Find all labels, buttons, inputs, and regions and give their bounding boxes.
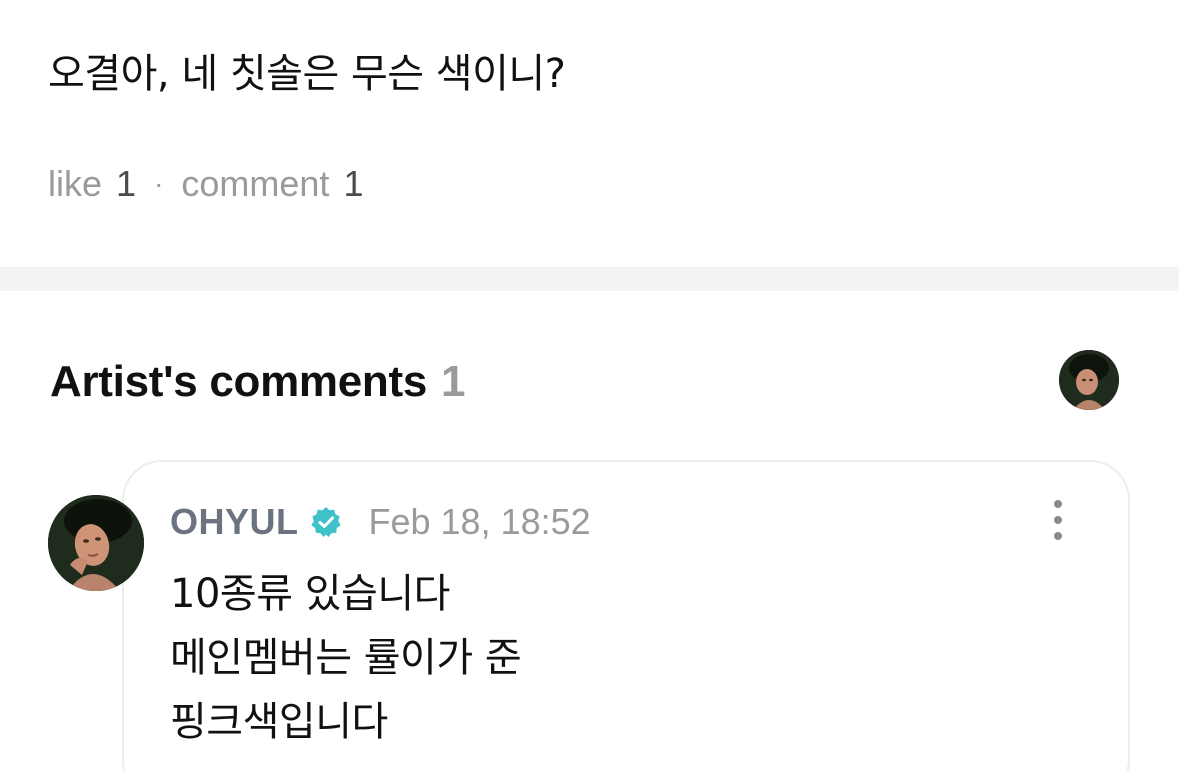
comment-author-name[interactable]: OHYUL [170,501,299,543]
artist-comments-label: Artist's comments [50,357,428,406]
comment-count: 1 [343,163,364,204]
more-dot [1054,516,1062,524]
comment-line: 핑크색입니다 [170,699,388,745]
artist-avatar-small[interactable] [1059,350,1119,410]
more-dot [1054,500,1062,508]
comment-body: 10종류 있습니다 메인멤버는 률이가 준 핑크색입니다 [170,562,522,754]
artist-comments-count: 1 [441,357,466,406]
like-label: like [48,163,103,204]
like-count: 1 [116,163,137,204]
post-stats: like 1 · comment 1 [48,162,363,206]
more-dot [1054,532,1062,540]
comment-line: 10종류 있습니다 [170,571,450,617]
comment-button[interactable]: comment 1 [181,162,363,206]
comment-label: comment [181,163,330,204]
comment-header: OHYUL Feb 18, 18:52 [170,500,591,544]
author-avatar-image [48,495,144,591]
section-divider [0,267,1179,291]
stats-separator: · [154,168,164,199]
comment-timestamp: Feb 18, 18:52 [368,501,591,542]
more-options-icon[interactable] [1040,500,1076,540]
artist-comments-title: Artist's comments 1 [50,354,466,410]
verified-badge-icon [309,505,343,544]
post-detail-page: 오결아, 네 칫솔은 무슨 색이니? like 1 · comment 1 Arti… [0,0,1179,771]
like-button[interactable]: like 1 [48,162,136,206]
artist-avatar-image [1059,350,1119,410]
comment-author-avatar[interactable] [48,495,144,591]
comment-line: 메인멤버는 률이가 준 [170,635,522,681]
post-text: 오결아, 네 칫솔은 무슨 색이니? [48,51,566,97]
